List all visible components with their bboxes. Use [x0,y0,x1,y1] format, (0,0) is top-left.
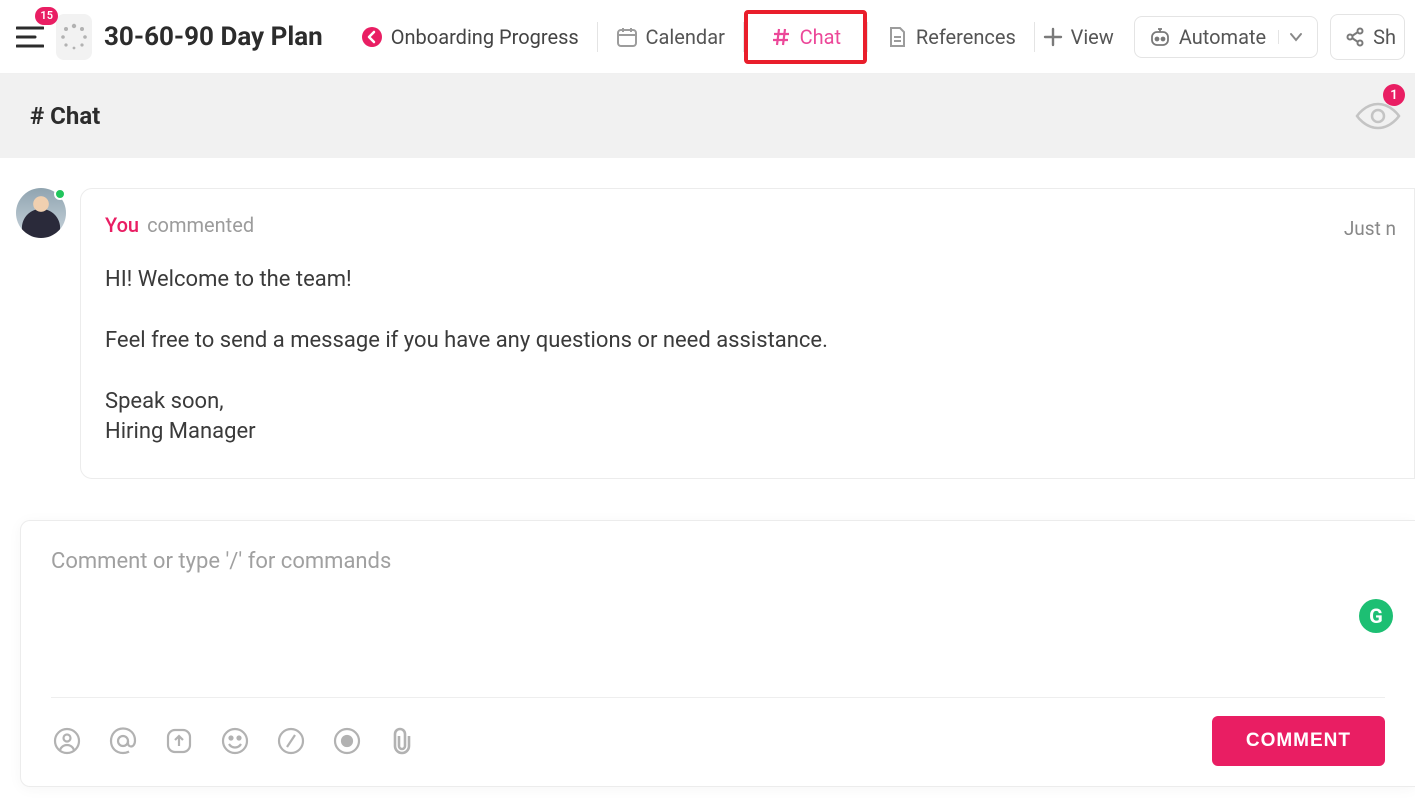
message-card: You commented Just n HI! Welcome to the … [80,188,1415,479]
menu-button-wrap: 15 [10,17,50,57]
message-timestamp: Just n [1344,217,1396,240]
tab-label: Calendar [646,25,725,49]
sub-header: # Chat 1 [0,74,1415,158]
message-author: You [105,213,139,237]
menu-icon [16,26,44,48]
chevron-down-icon [1289,30,1303,44]
tab-label: References [916,25,1016,49]
menu-badge: 15 [35,7,58,25]
share-label: Sh [1373,25,1396,49]
chevron-left-circle-icon [361,26,383,48]
mention-icon[interactable] [107,725,139,757]
document-icon [886,26,908,48]
message-action: commented [147,213,254,237]
share-icon [1345,27,1365,47]
automate-button[interactable]: Automate [1134,16,1318,58]
tab-label: Chat [800,25,841,49]
comment-submit-button[interactable]: COMMENT [1212,716,1385,766]
assign-icon[interactable] [51,725,83,757]
composer-divider [51,697,1385,698]
message-header: You commented [105,213,1390,237]
add-view-button[interactable]: View [1035,17,1122,57]
hash-icon [770,26,792,48]
message-list: You commented Just n HI! Welcome to the … [0,158,1415,479]
message-body: HI! Welcome to the team! Feel free to se… [105,265,1390,448]
grammarly-icon[interactable]: G [1359,599,1393,633]
presence-indicator [54,188,66,200]
page-title: 30-60-90 Day Plan [104,22,323,52]
slash-command-icon[interactable] [275,725,307,757]
comment-input[interactable] [51,549,1385,679]
message-line: Feel free to send a message if you have … [105,326,1390,357]
comment-composer: G COMMENT [20,520,1415,787]
toolbar-right: View Automate Sh [1035,14,1405,60]
tab-label: Onboarding Progress [391,25,579,49]
upload-icon[interactable] [163,725,195,757]
emoji-icon[interactable] [219,725,251,757]
viewers-count-badge: 1 [1383,84,1405,106]
composer-toolbar: COMMENT [51,716,1385,766]
loading-icon[interactable] [56,14,92,60]
automate-label: Automate [1179,25,1266,49]
automate-dropdown[interactable] [1278,30,1313,44]
tab-calendar[interactable]: Calendar [598,14,743,60]
tab-chat[interactable]: Chat [748,14,863,60]
plus-icon [1043,27,1063,47]
tab-chat-highlight: Chat [744,10,867,64]
viewers-indicator[interactable]: 1 [1355,100,1401,132]
view-label: View [1071,25,1114,49]
message-line: Speak soon,Hiring Manager [105,387,1390,449]
tab-references[interactable]: References [868,14,1034,60]
message-line: HI! Welcome to the team! [105,265,1390,296]
robot-icon [1149,26,1171,48]
subheader-title: # Chat [30,102,100,130]
record-icon[interactable] [331,725,363,757]
top-toolbar: 15 30-60-90 Day Plan Onboarding Progress… [0,0,1415,74]
share-button[interactable]: Sh [1330,14,1405,60]
spinner-icon [60,23,88,51]
calendar-icon [616,26,638,48]
tab-onboarding-progress[interactable]: Onboarding Progress [343,14,597,60]
avatar[interactable] [16,188,66,238]
attachment-icon[interactable] [387,725,419,757]
